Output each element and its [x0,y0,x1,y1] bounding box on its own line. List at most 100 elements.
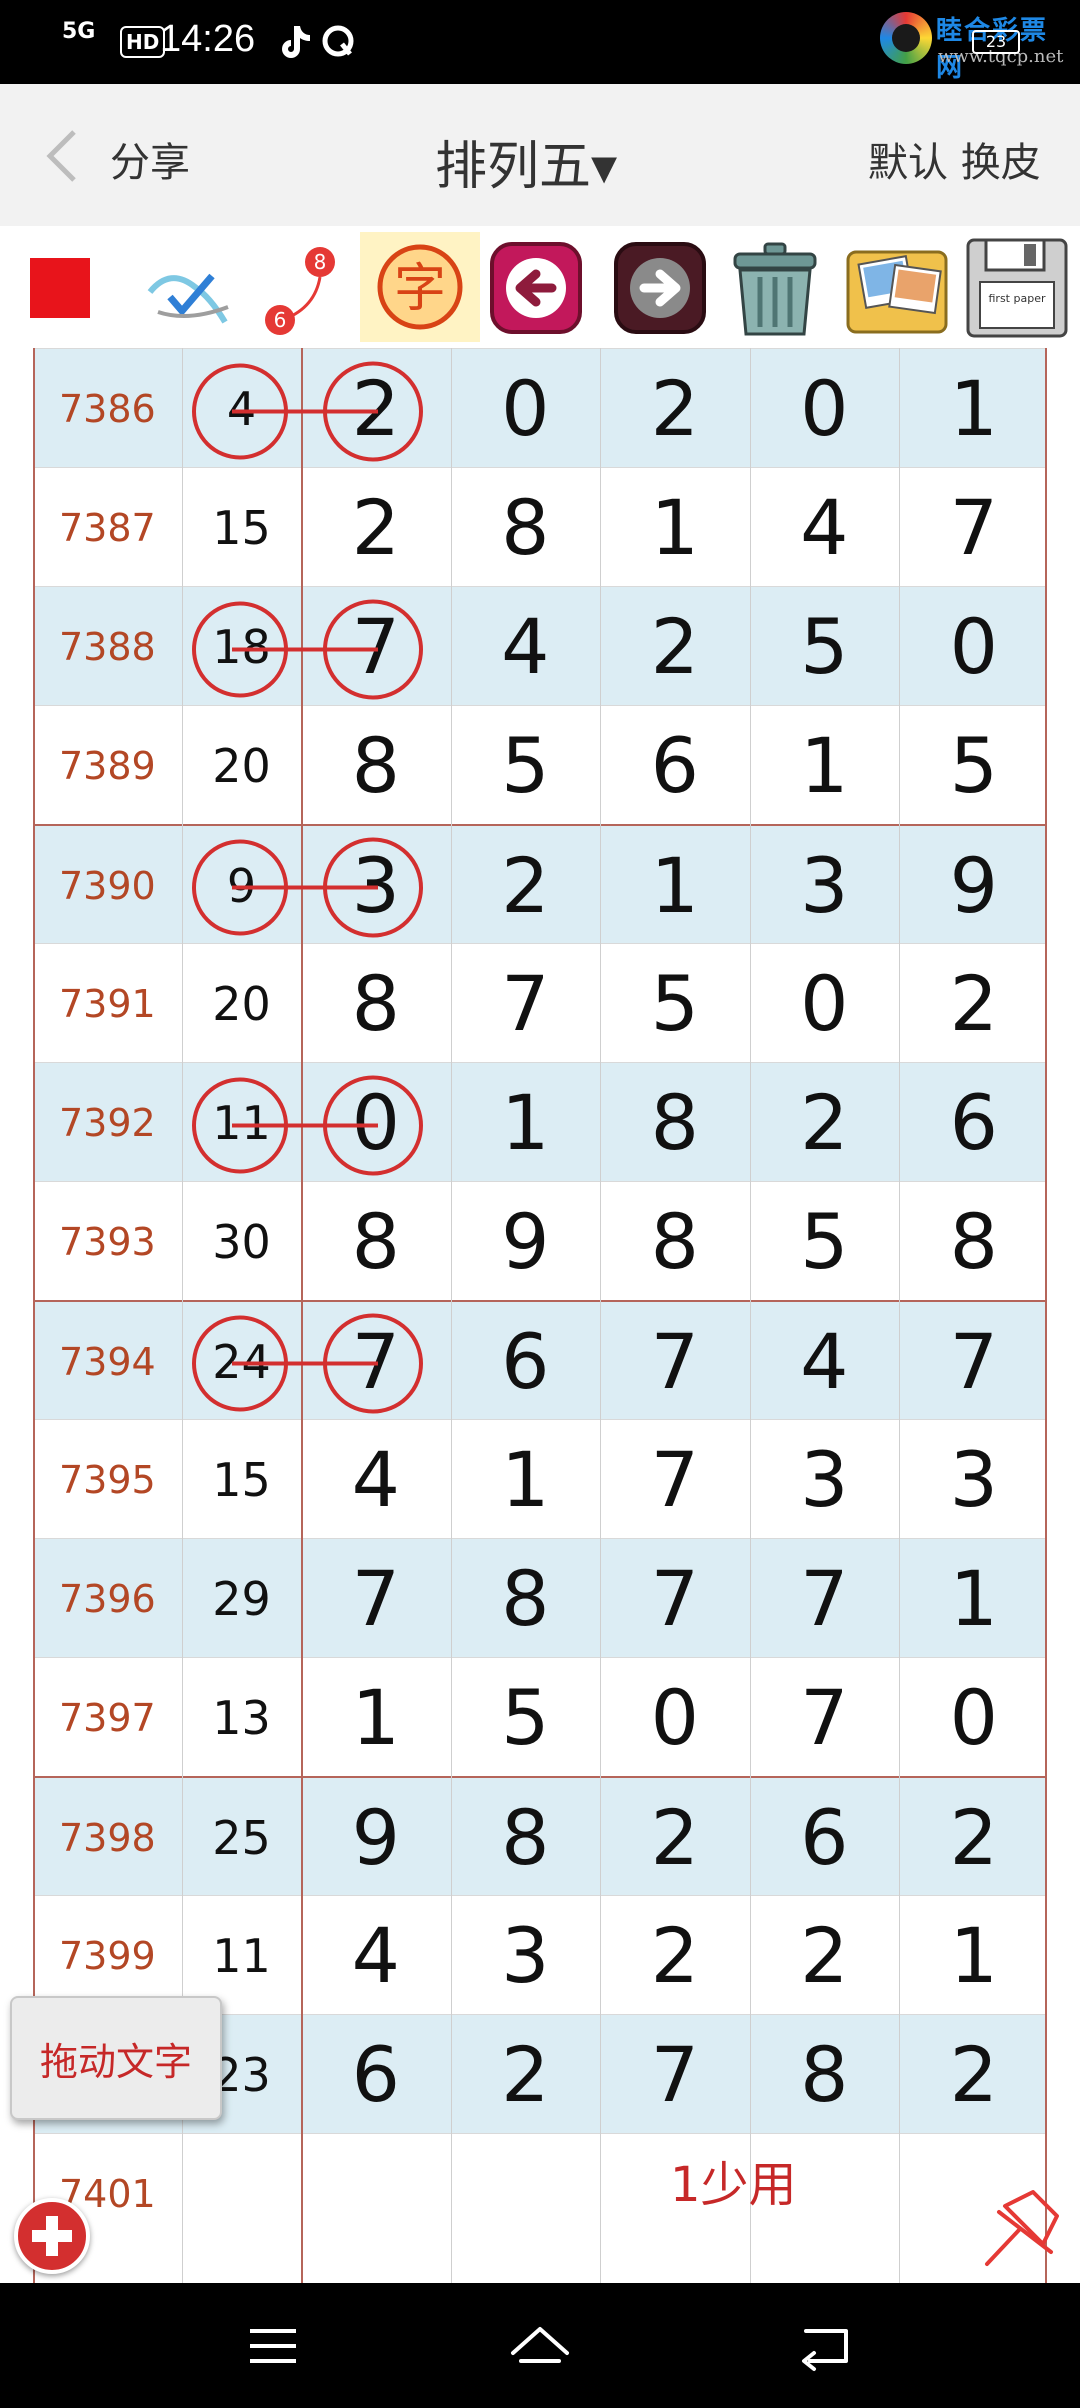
digit-cell[interactable]: 2 [899,944,1049,1063]
table-row[interactable]: 7396 29 7 8 7 7 1 [33,1538,1046,1657]
digit-cell[interactable]: 1 [899,349,1049,468]
digit-cell[interactable]: 7 [301,1539,451,1658]
digit-cell[interactable]: 2 [301,349,451,468]
number-path-icon[interactable]: 8 6 [250,232,350,342]
digit-cell[interactable]: 7 [600,1539,750,1658]
digit-cell[interactable]: 5 [899,706,1049,825]
table-row[interactable]: 7394 24 7 6 7 4 7 [33,1300,1046,1419]
digit-cell[interactable]: 1 [600,826,750,945]
table-row[interactable]: 7395 15 4 1 7 3 3 [33,1419,1046,1538]
digit-cell[interactable]: 2 [600,1778,750,1897]
drag-text-button[interactable]: 拖动文字 [10,1996,222,2120]
table-row[interactable]: 7397 13 1 5 0 7 0 [33,1657,1046,1776]
share-button[interactable]: 分享 [110,130,190,188]
digit-cell[interactable]: 8 [301,944,451,1063]
digit-cell[interactable]: 6 [600,706,750,825]
redo-arrow-icon[interactable] [610,232,710,342]
digit-cell[interactable]: 9 [899,826,1049,945]
digit-cell[interactable]: 7 [301,587,451,706]
eraser-icon[interactable] [140,232,240,342]
digit-cell[interactable]: 8 [750,2015,900,2134]
digit-cell[interactable]: 2 [899,2015,1049,2134]
lottery-type-dropdown[interactable]: 排列五▾ [435,124,617,199]
digit-cell[interactable]: 0 [750,944,900,1063]
digit-cell[interactable]: 9 [451,1182,601,1301]
add-icon[interactable] [14,2198,90,2274]
digit-cell[interactable]: 7 [600,1420,750,1539]
undo-arrow-icon[interactable] [486,232,586,342]
digit-cell[interactable]: 1 [301,1658,451,1777]
trash-icon[interactable] [720,232,830,342]
digit-cell[interactable]: 8 [301,706,451,825]
digit-cell[interactable]: 7 [899,468,1049,587]
table-row[interactable]: 7387 15 2 8 1 4 7 [33,467,1046,586]
digit-cell[interactable]: 8 [451,1539,601,1658]
digit-cell[interactable]: 6 [451,1302,601,1421]
digit-cell[interactable]: 1 [451,1063,601,1182]
digit-cell[interactable]: 8 [600,1063,750,1182]
digit-cell[interactable]: 2 [600,587,750,706]
back-icon[interactable] [40,126,90,186]
table-row[interactable]: 7401 [33,2133,1046,2252]
digit-cell[interactable]: 4 [301,1896,451,2015]
digit-cell[interactable]: 5 [750,587,900,706]
digit-cell[interactable]: 8 [600,1182,750,1301]
table-row[interactable]: 7390 9 3 2 1 3 9 [33,824,1046,943]
digit-cell[interactable]: 3 [750,826,900,945]
digit-cell[interactable]: 4 [750,1302,900,1421]
digit-cell[interactable]: 4 [750,468,900,587]
digit-cell[interactable]: 8 [899,1182,1049,1301]
annotation-note[interactable]: 1少用 [670,2145,797,2215]
digit-cell[interactable]: 3 [899,1420,1049,1539]
digit-cell[interactable]: 2 [899,1778,1049,1897]
digit-cell[interactable]: 3 [750,1420,900,1539]
digit-cell[interactable]: 6 [301,2015,451,2134]
table-row[interactable]: 7393 30 8 9 8 5 8 [33,1181,1046,1300]
digit-cell[interactable]: 7 [750,1658,900,1777]
digit-cell[interactable]: 7 [451,944,601,1063]
pin-icon[interactable] [975,2178,1071,2274]
digit-cell[interactable]: 1 [899,1896,1049,2015]
digit-cell[interactable] [301,2134,451,2253]
digit-cell[interactable]: 7 [301,1302,451,1421]
table-row[interactable]: 7389 20 8 5 6 1 5 [33,705,1046,824]
digit-cell[interactable]: 6 [899,1063,1049,1182]
digit-cell[interactable]: 2 [451,2015,601,2134]
digit-cell[interactable]: 9 [301,1778,451,1897]
digit-cell[interactable]: 6 [750,1778,900,1897]
digit-cell[interactable]: 7 [600,2015,750,2134]
save-disk-icon[interactable]: first paper [962,232,1072,342]
digit-cell[interactable]: 1 [451,1420,601,1539]
table-row[interactable]: 7386 4 2 0 2 0 1 [33,348,1046,467]
digit-cell[interactable]: 5 [750,1182,900,1301]
digit-cell[interactable]: 5 [451,1658,601,1777]
digit-cell[interactable]: 0 [600,1658,750,1777]
digit-cell[interactable]: 2 [600,1896,750,2015]
digit-cell[interactable]: 7 [750,1539,900,1658]
digit-cell[interactable]: 1 [750,706,900,825]
pictures-icon[interactable] [840,232,955,342]
digit-cell[interactable]: 7 [899,1302,1049,1421]
digit-cell[interactable]: 8 [451,468,601,587]
home-icon[interactable] [505,2313,575,2379]
table-row[interactable]: 7398 25 9 8 2 6 2 [33,1776,1046,1895]
digit-cell[interactable]: 0 [301,1063,451,1182]
digit-cell[interactable]: 2 [301,468,451,587]
table-row[interactable]: 7391 20 8 7 5 0 2 [33,943,1046,1062]
digit-cell[interactable]: 2 [451,826,601,945]
return-icon[interactable] [790,2313,860,2379]
digit-cell[interactable]: 8 [451,1778,601,1897]
digit-cell[interactable]: 2 [600,349,750,468]
digit-cell[interactable]: 4 [301,1420,451,1539]
digit-cell[interactable]: 4 [451,587,601,706]
digit-cell[interactable]: 0 [899,587,1049,706]
digit-cell[interactable]: 0 [750,349,900,468]
digit-cell[interactable]: 3 [301,826,451,945]
digit-cell[interactable]: 0 [899,1658,1049,1777]
digit-cell[interactable]: 0 [451,349,601,468]
digit-cell[interactable]: 2 [750,1896,900,2015]
digit-cell[interactable]: 2 [750,1063,900,1182]
skin-button[interactable]: 默认 换皮 [868,130,1041,188]
color-swatch-button[interactable] [30,258,90,318]
table-row[interactable]: 7388 18 7 4 2 5 0 [33,586,1046,705]
